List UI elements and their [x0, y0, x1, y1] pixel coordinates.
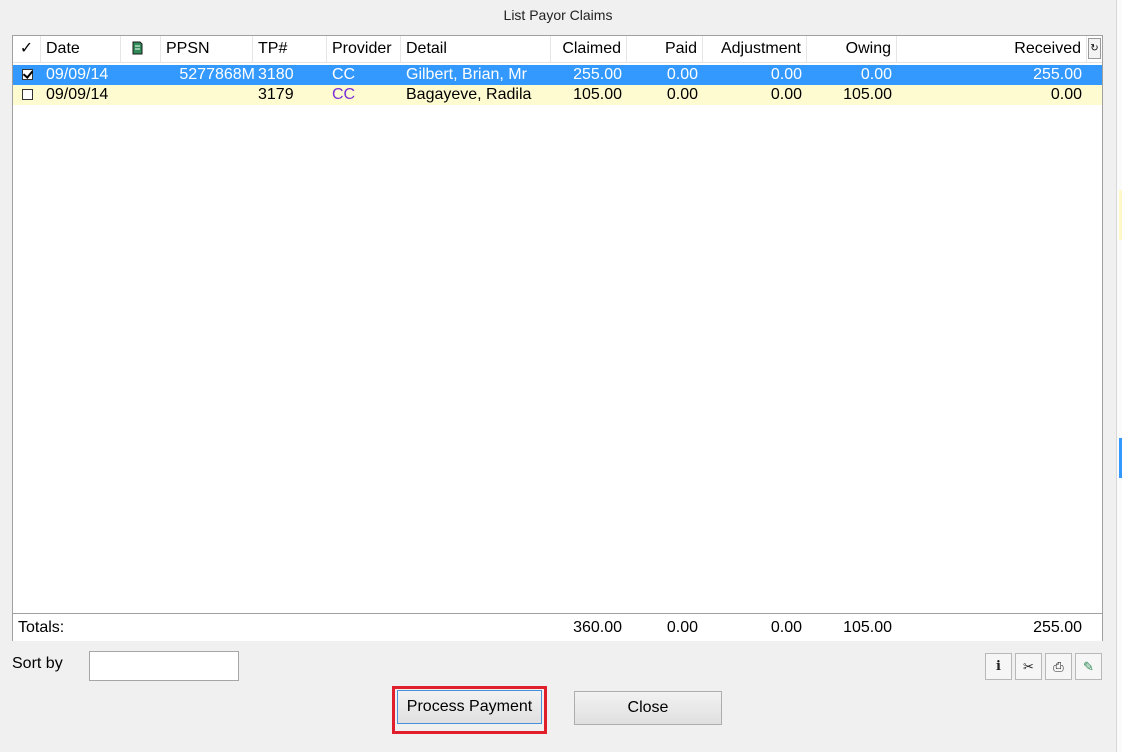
col-claimed-header[interactable]: Claimed: [551, 36, 627, 62]
row-received: 255.00: [1033, 66, 1082, 83]
claims-grid[interactable]: ✓ Date PPSN TP# Provider Detail Claimed …: [12, 35, 1103, 641]
grid-header: ✓ Date PPSN TP# Provider Detail Claimed …: [13, 36, 1102, 63]
col-check-header[interactable]: ✓: [13, 36, 41, 62]
info-icon[interactable]: i: [985, 653, 1012, 680]
col-ppsn-header[interactable]: PPSN: [161, 36, 253, 62]
row-paid: 0.00: [666, 86, 698, 103]
background-window-edge: [1116, 0, 1122, 752]
sort-by-label: Sort by: [12, 655, 63, 672]
col-paid-header[interactable]: Paid: [627, 36, 703, 62]
row-provider: CC: [332, 66, 356, 83]
totals-claimed: 360.00: [573, 619, 622, 636]
row-tp: 3179: [258, 86, 294, 103]
close-button[interactable]: Close: [574, 691, 722, 725]
row-owing: 0.00: [860, 66, 892, 83]
totals-owing: 105.00: [843, 619, 892, 636]
scissors-icon[interactable]: ✂: [1015, 653, 1042, 680]
edit-notes-icon[interactable]: ✎: [1075, 653, 1102, 680]
printer-icon[interactable]: ⎙: [1045, 653, 1072, 680]
totals-received: 255.00: [1033, 619, 1082, 636]
col-adjustment-header[interactable]: Adjustment: [703, 36, 807, 62]
sort-by-input[interactable]: [89, 651, 239, 681]
row-provider: CC: [332, 86, 356, 103]
col-owing-header[interactable]: Owing: [807, 36, 897, 62]
table-row[interactable]: 09/09/14 5277868M 3180 CC Gilbert, Brian…: [13, 65, 1102, 85]
row-date: 09/09/14: [46, 66, 109, 83]
row-ppsn: 5277868M: [179, 66, 255, 83]
col-note-header[interactable]: [121, 36, 161, 62]
row-detail: Gilbert, Brian, Mr: [406, 66, 527, 83]
row-tp: 3180: [258, 66, 294, 83]
col-detail-header[interactable]: Detail: [401, 36, 551, 62]
col-received-header[interactable]: Received: [897, 36, 1087, 62]
row-date: 09/09/14: [46, 86, 109, 103]
row-adjustment: 0.00: [770, 66, 802, 83]
note-icon: [132, 41, 143, 55]
row-claimed: 105.00: [573, 86, 622, 103]
row-adjustment: 0.00: [770, 86, 802, 103]
totals-label: Totals:: [18, 619, 65, 636]
row-ppsn: [161, 85, 259, 105]
totals-paid: 0.00: [666, 619, 698, 636]
col-provider-header[interactable]: Provider: [327, 36, 401, 62]
row-owing: 105.00: [843, 86, 892, 103]
col-date-header[interactable]: Date: [41, 36, 121, 62]
window-title: List Payor Claims: [503, 7, 613, 23]
col-tp-header[interactable]: TP#: [253, 36, 327, 62]
row-checkbox[interactable]: [13, 85, 41, 105]
row-claimed: 255.00: [573, 66, 622, 83]
refresh-icon[interactable]: ↻: [1088, 38, 1101, 59]
row-checkbox[interactable]: [13, 65, 41, 85]
totals-adjustment: 0.00: [770, 619, 802, 636]
row-detail: Bagayeve, Radila: [406, 86, 532, 103]
row-paid: 0.00: [666, 66, 698, 83]
row-received: 0.00: [1050, 86, 1082, 103]
totals-row: Totals: 360.00 0.00 0.00 105.00 255.00: [13, 613, 1102, 641]
process-payment-button[interactable]: Process Payment: [397, 690, 542, 724]
table-row[interactable]: 09/09/14 3179 CC Bagayeve, Radila 105.00…: [13, 85, 1102, 105]
